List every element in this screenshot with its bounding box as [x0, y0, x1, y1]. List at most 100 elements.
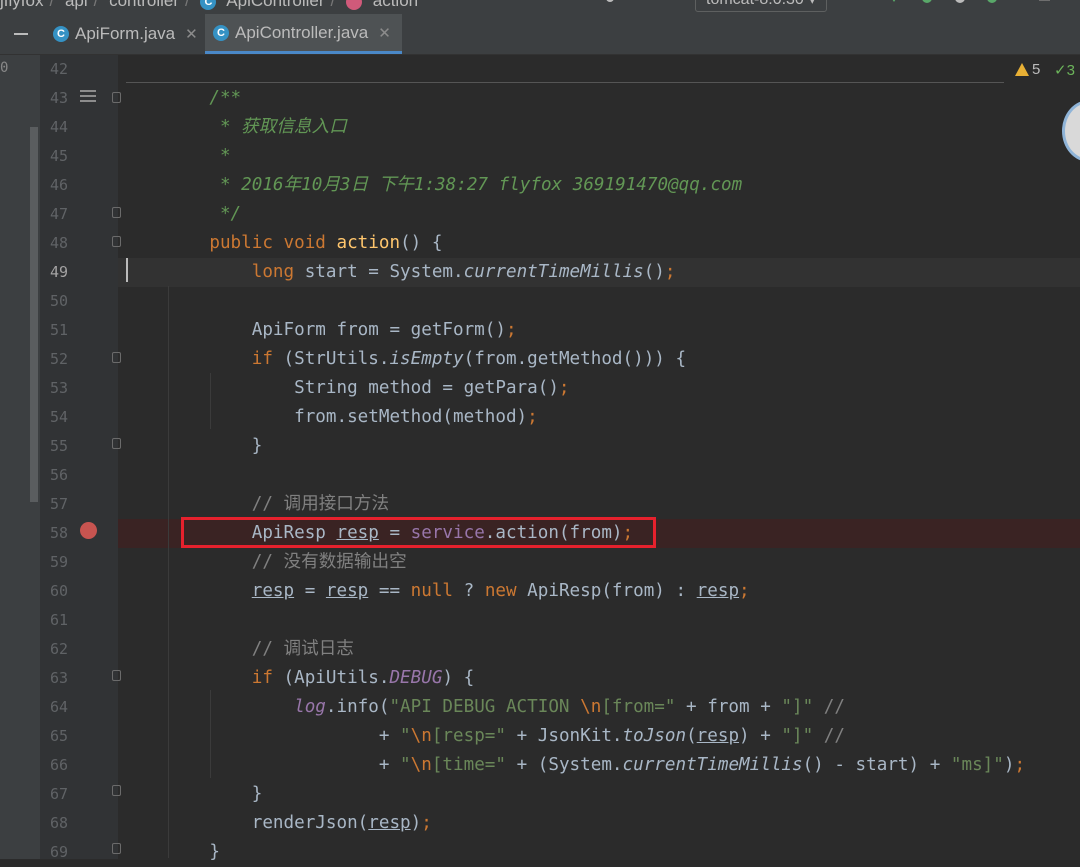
code-line: * 获取信息入口 — [118, 113, 1080, 142]
code-line: if (StrUtils.isEmpty(from.getMethod())) … — [118, 345, 1080, 374]
line-number: 59 — [49, 553, 69, 571]
indent-guide — [210, 690, 211, 778]
class-icon: C — [200, 0, 217, 10]
code-line: */ — [118, 200, 1080, 229]
breadcrumb-item[interactable]: jfiyfox — [0, 0, 43, 10]
code-line: if (ApiUtils.DEBUG) { — [118, 664, 1080, 693]
line-number: 68 — [49, 814, 69, 832]
line-number: 45 — [49, 147, 69, 165]
tab-apiform[interactable]: C ApiForm.java ✕ — [45, 14, 206, 54]
build-hammer-icon[interactable] — [665, 0, 679, 8]
run-icon[interactable] — [887, 0, 901, 8]
line-number: 60 — [49, 582, 69, 600]
indent-guide — [210, 373, 211, 429]
code-text: public void action() { — [209, 233, 443, 253]
code-text: /** — [167, 88, 242, 108]
user-icon[interactable] — [603, 0, 617, 8]
code-editor[interactable]: /** * 获取信息入口 * * 2016年10月3日 下午1:38:27 fl… — [118, 55, 1080, 862]
minimize-icon[interactable] — [14, 33, 28, 35]
line-number: 44 — [49, 118, 69, 136]
line-number: 51 — [49, 321, 69, 339]
code-text: log.info("API DEBUG ACTION \n[from=" + f… — [294, 697, 845, 717]
line-number: 48 — [49, 234, 69, 252]
breakpoint-icon[interactable] — [80, 522, 97, 539]
debug-icon[interactable] — [920, 0, 934, 8]
code-line-current: long start = System.currentTimeMillis(); — [118, 258, 1080, 287]
code-line: String method = getPara(); — [118, 374, 1080, 403]
line-number: 52 — [49, 350, 69, 368]
warning-count: 5 — [1032, 61, 1041, 78]
breadcrumb-item[interactable]: ApiController — [226, 0, 324, 10]
code-text: if (StrUtils.isEmpty(from.getMethod())) … — [251, 349, 687, 369]
code-line: renderJson(resp); — [118, 809, 1080, 838]
indent-guide — [168, 286, 169, 858]
code-text: } — [167, 842, 220, 862]
text-caret — [126, 258, 128, 282]
inspection-warnings[interactable]: 5 — [1015, 61, 1040, 78]
code-text: renderJson(resp); — [167, 813, 432, 833]
code-text: from.setMethod(method); — [167, 407, 538, 427]
breadcrumb-item[interactable]: controller — [109, 0, 179, 10]
code-line: log.info("API DEBUG ACTION \n[from=" + f… — [118, 693, 1080, 722]
line-number: 47 — [49, 205, 69, 223]
panel-scrollbar[interactable] — [30, 127, 38, 502]
code-text: } — [167, 436, 263, 456]
code-line: // 调用接口方法 — [118, 490, 1080, 519]
code-text: if (ApiUtils.DEBUG) { — [251, 668, 475, 688]
code-text: + "\n[time=" + (System.currentTimeMillis… — [167, 755, 1026, 775]
code-line: from.setMethod(method); — [118, 403, 1080, 432]
line-number: 67 — [49, 785, 69, 803]
breadcrumb-item[interactable]: action — [373, 0, 418, 10]
line-number: 54 — [49, 408, 69, 426]
editor-tab-bar: C ApiForm.java ✕ C ApiController.java ✕ — [0, 14, 1080, 55]
run-configuration-label: tomcat-8.0.30 — [706, 0, 804, 8]
ok-count: 3 — [1066, 62, 1075, 79]
tab-label: ApiForm.java — [75, 24, 176, 43]
profile-icon[interactable] — [985, 0, 999, 8]
method-separator — [126, 82, 1004, 83]
code-line: resp = resp == null ? new ApiResp(from) … — [118, 577, 1080, 606]
coverage-icon[interactable] — [953, 0, 967, 8]
inspection-ok[interactable]: ✓3 — [1054, 61, 1075, 79]
method-icon — [346, 0, 363, 10]
line-number: 56 — [49, 466, 69, 484]
line-number: 69 — [49, 843, 69, 861]
code-line: * 2016年10月3日 下午1:38:27 flyfox 369191470@… — [118, 171, 1080, 200]
tab-label: ApiController.java — [235, 22, 369, 42]
line-number: 63 — [49, 669, 69, 687]
line-number: 66 — [49, 756, 69, 774]
code-text: resp = resp == null ? new ApiResp(from) … — [251, 581, 750, 601]
line-number: 53 — [49, 379, 69, 397]
left-tool-strip: 0 — [0, 55, 40, 859]
code-line: // 没有数据输出空 — [118, 548, 1080, 577]
rendered-doc-toggle-icon[interactable] — [80, 90, 96, 104]
code-text: */ — [167, 204, 242, 224]
code-text: } — [167, 784, 263, 804]
check-icon: ✓ — [1054, 62, 1067, 79]
stop-icon[interactable] — [1038, 0, 1052, 8]
run-configuration-select[interactable]: tomcat-8.0.30 ▾ — [695, 0, 828, 12]
line-number: 62 — [49, 640, 69, 658]
breadcrumb: jfiyfox / api / controller / C ApiControlle… — [0, 0, 424, 11]
line-number: 43 — [49, 89, 69, 107]
code-text: * 获取信息入口 — [167, 117, 347, 137]
code-line: * — [118, 142, 1080, 171]
line-number: 64 — [49, 698, 69, 716]
line-number: 57 — [49, 495, 69, 513]
code-text: // 调试日志 — [167, 639, 354, 659]
tab-apicontroller[interactable]: C ApiController.java ✕ — [205, 14, 402, 54]
close-icon[interactable]: ✕ — [185, 25, 198, 43]
code-line: // 调试日志 — [118, 635, 1080, 664]
class-c-icon: C — [53, 26, 69, 42]
code-text: // 调用接口方法 — [167, 494, 390, 514]
code-line: } — [118, 432, 1080, 461]
panel-counter: 0 — [0, 60, 9, 76]
line-number: 50 — [49, 292, 69, 310]
close-icon[interactable]: ✕ — [378, 24, 391, 42]
code-line: + "\n[resp=" + JsonKit.toJson(resp) + "]… — [118, 722, 1080, 751]
line-number: 58 — [49, 524, 69, 542]
breadcrumb-item[interactable]: api — [65, 0, 88, 10]
